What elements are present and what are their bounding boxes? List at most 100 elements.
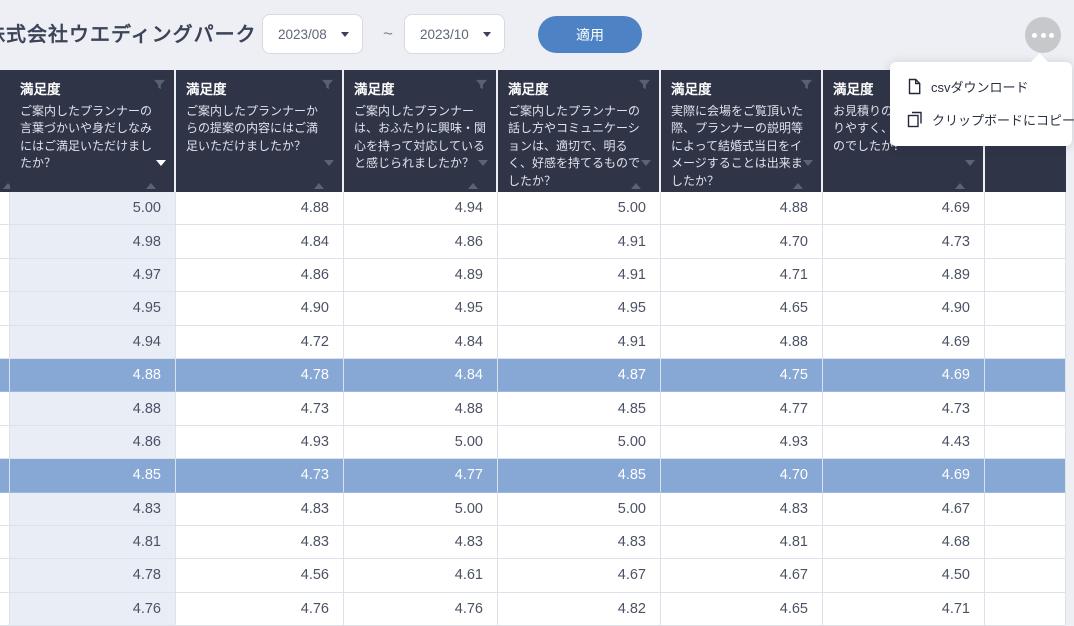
table-cell-score: 4.86 — [176, 259, 344, 292]
table-cell-score: 5.00 — [344, 493, 498, 526]
table-cell-score: 4.83 — [498, 526, 661, 559]
column-header-satisfaction[interactable]: 満足度 ご案内したプランナーの 言葉づかいや身だしなみ にはご満足いただけまし … — [10, 70, 176, 192]
column-question: 実際に会場をご覧頂いた 際、プランナーの説明等 によって結婚式当日をイ メージす… — [671, 103, 813, 190]
sort-icon[interactable] — [631, 166, 651, 184]
table-cell-score: 4.81 — [10, 526, 176, 559]
table-cell-empty — [985, 493, 1066, 526]
table-cell-score: 4.77 — [344, 459, 498, 492]
column-header-satisfaction[interactable]: 満足度 ご案内したプランナーか らの提案の内容にはご満 足いただけましたか？ — [176, 70, 344, 192]
table-cell-score: 4.77 — [661, 392, 823, 425]
more-options-menu: csvダウンロード クリップボードにコピー — [890, 62, 1072, 146]
table-row[interactable]: 4.94 4.72 4.84 4.91 4.88 4.69 — [0, 326, 1066, 359]
table-cell-clipped — [0, 392, 10, 425]
sort-icon[interactable] — [793, 166, 813, 184]
sort-icon[interactable] — [314, 166, 334, 184]
table-cell-score: 4.86 — [344, 225, 498, 258]
table-cell-empty — [985, 392, 1066, 425]
table-cell-empty — [985, 359, 1066, 392]
table-cell-score: 4.86 — [10, 426, 176, 459]
table-cell-score: 4.78 — [176, 359, 344, 392]
filter-icon[interactable] — [475, 78, 488, 96]
menu-item-csv-download[interactable]: csvダウンロード — [890, 70, 1072, 103]
table-cell-score: 4.83 — [10, 493, 176, 526]
table-row[interactable]: 4.81 4.83 4.83 4.83 4.81 4.68 — [0, 526, 1066, 559]
period-start-value: 2023/08 — [278, 27, 327, 42]
table-cell-score: 4.85 — [10, 459, 176, 492]
menu-item-copy-clipboard[interactable]: クリップボードにコピー — [890, 103, 1072, 136]
table-cell-clipped — [0, 559, 10, 592]
page-title: 株式会社ウエディングパーク — [0, 18, 257, 47]
table-row[interactable]: 4.86 4.93 5.00 5.00 4.93 4.43 — [0, 426, 1066, 459]
table-cell-score: 4.43 — [823, 426, 985, 459]
table-cell-score: 4.82 — [498, 593, 661, 626]
table-cell-score: 4.95 — [498, 292, 661, 325]
table-cell-score: 4.91 — [498, 326, 661, 359]
table-cell-score: 4.83 — [176, 493, 344, 526]
table-cell-score: 4.83 — [176, 526, 344, 559]
table-cell-empty — [985, 526, 1066, 559]
table-cell-empty — [985, 292, 1066, 325]
table-cell-score: 4.83 — [344, 526, 498, 559]
table-cell-score: 4.87 — [498, 359, 661, 392]
column-header-satisfaction[interactable]: 満足度 ご案内したプランナーの 話し方やコミュニケーシ ョンは、適切で、明る く… — [498, 70, 661, 192]
column-question: ご案内したプランナーの 話し方やコミュニケーシ ョンは、適切で、明る く、好感を… — [508, 103, 651, 190]
table-cell-empty — [985, 326, 1066, 359]
period-end-select[interactable]: 2023/10 — [404, 14, 505, 54]
table-cell-score: 4.89 — [344, 259, 498, 292]
column-question: ご案内したプランナーか らの提案の内容にはご満 足いただけましたか？ — [186, 103, 334, 155]
table-row[interactable]: 4.97 4.86 4.89 4.91 4.71 4.89 — [0, 259, 1066, 292]
table-row[interactable]: 5.00 4.88 4.94 5.00 4.88 4.69 — [0, 192, 1066, 225]
table-row[interactable]: 4.98 4.84 4.86 4.91 4.70 4.73 — [0, 225, 1066, 258]
table-cell-clipped — [0, 526, 10, 559]
table-cell-score: 4.69 — [823, 192, 985, 225]
table-cell-score: 4.84 — [344, 359, 498, 392]
table-cell-score: 5.00 — [498, 493, 661, 526]
table-body: 5.00 4.88 4.94 5.00 4.88 4.69 4.98 4.84 … — [0, 192, 1066, 626]
sort-icon[interactable] — [468, 166, 488, 184]
table-cell-score: 4.85 — [498, 459, 661, 492]
table-row[interactable]: 4.88 4.73 4.88 4.85 4.77 4.73 — [0, 392, 1066, 425]
table-cell-score: 4.91 — [498, 225, 661, 258]
table-cell-score: 4.73 — [823, 225, 985, 258]
sort-icon[interactable] — [955, 166, 975, 184]
table-cell-score: 4.84 — [344, 326, 498, 359]
table-cell-empty — [985, 192, 1066, 225]
table-cell-score: 4.71 — [661, 259, 823, 292]
table-cell-score: 4.91 — [498, 259, 661, 292]
column-header-satisfaction[interactable]: 満足度 ご案内したプランナー は、おふたりに興味・関 心を持って対応している と… — [344, 70, 498, 192]
table-cell-score: 4.70 — [661, 225, 823, 258]
period-separator: ~ — [377, 24, 399, 44]
table-cell-score: 5.00 — [344, 426, 498, 459]
table-cell-score: 4.94 — [344, 192, 498, 225]
period-start-select[interactable]: 2023/08 — [262, 14, 363, 54]
period-end-value: 2023/10 — [420, 27, 469, 42]
table-row[interactable]: 4.85 4.73 4.77 4.85 4.70 4.69 — [0, 459, 1066, 492]
table-cell-score: 4.88 — [661, 326, 823, 359]
menu-item-label: csvダウンロード — [931, 77, 1029, 96]
table-cell-empty — [985, 259, 1066, 292]
table-cell-empty — [985, 459, 1066, 492]
table-cell-score: 4.69 — [823, 459, 985, 492]
table-row[interactable]: 4.78 4.56 4.61 4.67 4.67 4.50 — [0, 559, 1066, 592]
table-row[interactable]: 4.83 4.83 5.00 5.00 4.83 4.67 — [0, 493, 1066, 526]
filter-icon[interactable] — [321, 78, 334, 96]
column-title: 満足度 — [508, 78, 651, 98]
table-cell-score: 4.95 — [344, 292, 498, 325]
table-cell-score: 4.94 — [10, 326, 176, 359]
table-row[interactable]: 4.95 4.90 4.95 4.95 4.65 4.90 — [0, 292, 1066, 325]
table-row[interactable]: 4.88 4.78 4.84 4.87 4.75 4.69 — [0, 359, 1066, 392]
filter-icon[interactable] — [153, 78, 166, 96]
ellipsis-icon — [1032, 33, 1037, 38]
column-question: ご案内したプランナー は、おふたりに興味・関 心を持って対応している と感じられ… — [354, 103, 488, 173]
filter-icon[interactable] — [638, 78, 651, 96]
table-cell-score: 4.70 — [661, 459, 823, 492]
more-options-button[interactable] — [1025, 17, 1061, 53]
filter-icon[interactable] — [800, 78, 813, 96]
sort-icon[interactable] — [146, 166, 166, 184]
table-cell-score: 4.88 — [661, 192, 823, 225]
column-header-satisfaction[interactable]: 満足度 実際に会場をご覧頂いた 際、プランナーの説明等 によって結婚式当日をイ … — [661, 70, 823, 192]
apply-button[interactable]: 適用 — [538, 16, 642, 53]
table-row[interactable]: 4.76 4.76 4.76 4.82 4.65 4.71 — [0, 593, 1066, 626]
table-cell-score: 4.65 — [661, 292, 823, 325]
menu-item-label: クリップボードにコピー — [932, 110, 1074, 129]
